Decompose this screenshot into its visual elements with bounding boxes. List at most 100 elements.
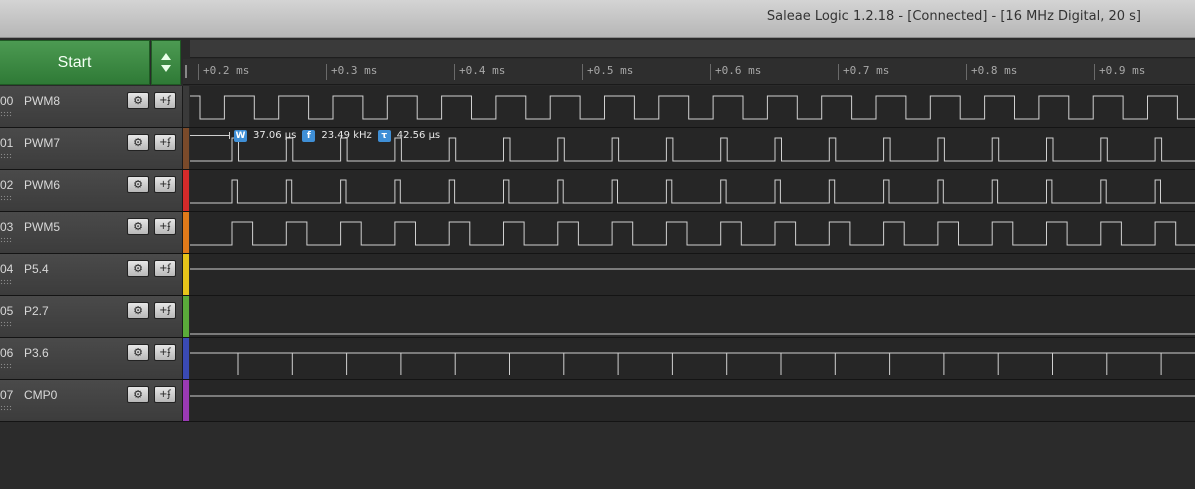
channel-row: 05 P2.7 ⚙ +ʄ xyxy=(0,296,1195,338)
waveform-area[interactable] xyxy=(190,212,1195,253)
channel-name[interactable]: PWM6 xyxy=(24,178,60,192)
waveform-area[interactable] xyxy=(190,338,1195,379)
channel-color-strip xyxy=(183,170,189,211)
channel-label-panel[interactable]: 05 P2.7 ⚙ +ʄ xyxy=(0,296,183,337)
ruler-tick-label: +0.7 ms xyxy=(838,64,889,80)
channel-name[interactable]: PWM7 xyxy=(24,136,60,150)
trigger-icon[interactable]: +ʄ xyxy=(154,344,176,361)
channel-label-panel[interactable]: 01 PWM7 ⚙ +ʄ xyxy=(0,128,183,169)
period-value: 42.56 µs xyxy=(396,130,441,141)
signal-path xyxy=(190,95,1195,120)
waveform-trace xyxy=(190,333,1195,335)
title-bar: Saleae Logic 1.2.18 - [Connected] - [16 … xyxy=(0,0,1195,38)
channel-name[interactable]: P3.6 xyxy=(24,346,49,360)
trigger-icon[interactable]: +ʄ xyxy=(154,386,176,403)
pulse-measurement: W 37.06 µs f 23.49 kHz τ 42.56 µs xyxy=(190,129,446,142)
channel-name[interactable]: P2.7 xyxy=(24,304,49,318)
drag-handle-icon[interactable] xyxy=(0,111,12,117)
pulse-width-value: 37.06 µs xyxy=(253,130,297,141)
channel-row: 03 PWM5 ⚙ +ʄ xyxy=(0,212,1195,254)
drag-handle-icon[interactable] xyxy=(0,363,12,369)
timeline-overview-bar[interactable] xyxy=(190,40,1195,58)
ruler-tick-label: +0.3 ms xyxy=(326,64,377,80)
ruler-tick-label: +0.5 ms xyxy=(582,64,633,80)
waveform-trace xyxy=(190,268,1195,270)
channel-color-strip xyxy=(183,254,189,295)
time-ruler[interactable]: +0.2 ms +0.3 ms +0.4 ms +0.5 ms +0.6 ms … xyxy=(183,59,1195,85)
channel-number: 03 xyxy=(0,220,14,234)
waveform-area[interactable] xyxy=(190,86,1195,127)
drag-handle-icon[interactable] xyxy=(0,405,12,411)
channel-number: 01 xyxy=(0,136,14,150)
trigger-icon[interactable]: +ʄ xyxy=(154,134,176,151)
window-title: Saleae Logic 1.2.18 - [Connected] - [16 … xyxy=(766,9,1141,24)
channel-name[interactable]: CMP0 xyxy=(24,388,57,402)
waveform-trace xyxy=(190,221,1195,246)
channel-label-panel[interactable]: 02 PWM6 ⚙ +ʄ xyxy=(0,170,183,211)
channel-row: 06 P3.6 ⚙ +ʄ xyxy=(0,338,1195,380)
waveform-trace xyxy=(190,395,1195,397)
trigger-icon[interactable]: +ʄ xyxy=(154,92,176,109)
drag-handle-icon[interactable] xyxy=(0,321,12,327)
ruler-tick-label: +0.2 ms xyxy=(198,64,249,80)
waveform-area[interactable] xyxy=(190,380,1195,421)
gear-icon[interactable]: ⚙ xyxy=(127,386,149,403)
gear-icon[interactable]: ⚙ xyxy=(127,134,149,151)
drag-handle-icon[interactable] xyxy=(0,279,12,285)
drag-handle-icon[interactable] xyxy=(0,195,12,201)
waveform-area[interactable] xyxy=(190,296,1195,337)
channel-color-strip xyxy=(183,212,189,253)
signal-path xyxy=(190,352,1195,375)
arrow-up-icon[interactable] xyxy=(161,53,171,60)
channel-label-panel[interactable]: 03 PWM5 ⚙ +ʄ xyxy=(0,212,183,253)
period-icon: τ xyxy=(377,129,391,142)
channel-number: 02 xyxy=(0,178,14,192)
trigger-icon[interactable]: +ʄ xyxy=(154,260,176,277)
gear-icon[interactable]: ⚙ xyxy=(127,344,149,361)
gear-icon[interactable]: ⚙ xyxy=(127,302,149,319)
channel-name[interactable]: PWM5 xyxy=(24,220,60,234)
width-icon: W xyxy=(234,129,247,142)
channel-color-strip xyxy=(183,86,189,127)
trigger-icon[interactable]: +ʄ xyxy=(154,218,176,235)
frequency-value: 23.49 kHz xyxy=(321,130,372,141)
channel-row: 04 P5.4 ⚙ +ʄ xyxy=(0,254,1195,296)
empty-workspace xyxy=(0,422,1195,489)
start-options-stepper[interactable] xyxy=(151,40,181,85)
drag-handle-icon[interactable] xyxy=(0,237,12,243)
channel-label-panel[interactable]: 04 P5.4 ⚙ +ʄ xyxy=(0,254,183,295)
channel-name[interactable]: PWM8 xyxy=(24,94,60,108)
channel-color-strip xyxy=(183,380,189,421)
drag-handle-icon[interactable] xyxy=(0,153,12,159)
gear-icon[interactable]: ⚙ xyxy=(127,92,149,109)
frequency-icon: f xyxy=(302,129,316,142)
ruler-tick-label: +0.8 ms xyxy=(966,64,1017,80)
ruler-tick-label: +0.6 ms xyxy=(710,64,761,80)
waveform-area[interactable] xyxy=(190,170,1195,211)
measurement-marker xyxy=(190,132,230,139)
waveform-area[interactable] xyxy=(190,254,1195,295)
channel-number: 06 xyxy=(0,346,14,360)
channel-label-panel[interactable]: 06 P3.6 ⚙ +ʄ xyxy=(0,338,183,379)
gear-icon[interactable]: ⚙ xyxy=(127,218,149,235)
gear-icon[interactable]: ⚙ xyxy=(127,176,149,193)
channel-number: 05 xyxy=(0,304,14,318)
channel-number: 07 xyxy=(0,388,14,402)
channel-number: 00 xyxy=(0,94,14,108)
channel-label-panel[interactable]: 07 CMP0 ⚙ +ʄ xyxy=(0,380,183,421)
start-button[interactable]: Start xyxy=(0,40,150,85)
channel-row: 02 PWM6 ⚙ +ʄ xyxy=(0,170,1195,212)
signal-path xyxy=(190,179,1195,204)
ruler-tick-label: +0.4 ms xyxy=(454,64,505,80)
channel-color-strip xyxy=(183,338,189,379)
channel-name[interactable]: P5.4 xyxy=(24,262,49,276)
channel-row: 00 PWM8 ⚙ +ʄ xyxy=(0,86,1195,128)
gear-icon[interactable]: ⚙ xyxy=(127,260,149,277)
ruler-start-marker xyxy=(185,65,187,78)
channel-label-panel[interactable]: 00 PWM8 ⚙ +ʄ xyxy=(0,86,183,127)
arrow-down-icon[interactable] xyxy=(161,65,171,72)
trigger-icon[interactable]: +ʄ xyxy=(154,302,176,319)
trigger-icon[interactable]: +ʄ xyxy=(154,176,176,193)
channel-color-strip xyxy=(183,128,189,169)
ruler-tick-label: +0.9 ms xyxy=(1094,64,1145,80)
